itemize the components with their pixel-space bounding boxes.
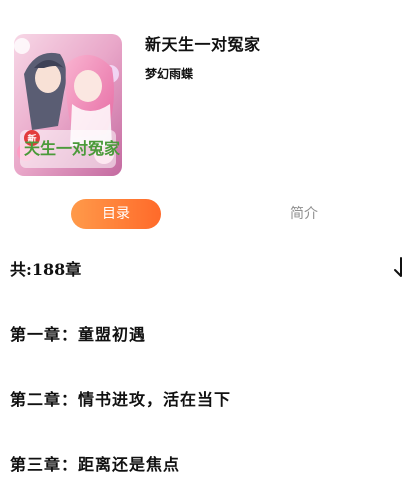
chapter-count-row: 共:188章 [0,254,412,284]
chapter-item[interactable]: 第一章：童盟初遇 [10,321,146,345]
chapter-item[interactable]: 第二章：情书进攻，活在当下 [10,386,231,410]
cover-illustration: 新 天生一对冤家 [14,34,122,176]
cover-title-text: 天生一对冤家 [24,139,121,158]
book-author: 梦幻雨蝶 [145,67,194,81]
tab-contents[interactable]: 目录 [71,199,161,229]
book-detail-page: 新 天生一对冤家 新天生一对冤家 梦幻雨蝶 目录 简介 共:188章 第一章：童… [0,0,412,487]
tab-introduction[interactable]: 简介 [262,199,346,229]
tab-bar: 目录 简介 [0,198,412,232]
book-cover[interactable]: 新 天生一对冤家 [14,34,122,176]
book-header: 新 天生一对冤家 新天生一对冤家 梦幻雨蝶 [0,0,412,190]
chapter-count: 共:188章 [10,260,82,279]
sort-arrow-icon[interactable] [390,256,406,280]
book-title: 新天生一对冤家 [145,35,261,54]
chapter-item[interactable]: 第三章：距离还是焦点 [10,451,180,475]
